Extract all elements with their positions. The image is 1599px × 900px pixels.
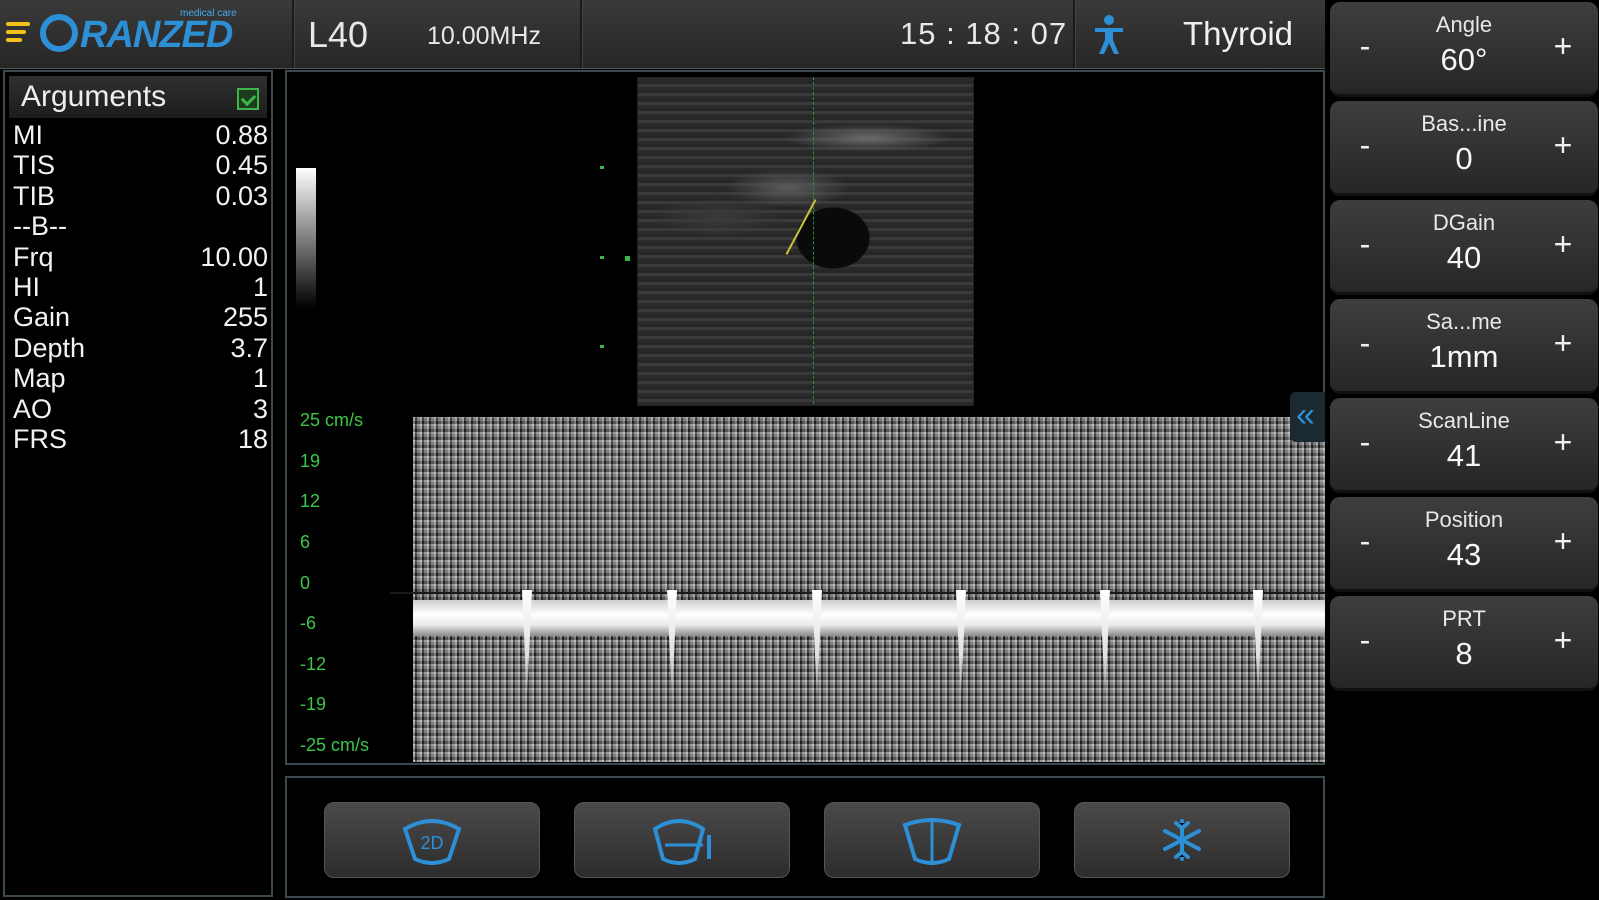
clock: 15 : 18 : 07 <box>900 16 1068 51</box>
argument-value: 255 <box>222 302 268 333</box>
argument-label: TIS <box>13 150 56 181</box>
divider <box>292 0 295 68</box>
arguments-header[interactable]: Arguments <box>9 76 267 118</box>
menu-icon[interactable] <box>6 22 34 46</box>
patient-icon[interactable] <box>1092 14 1126 56</box>
argument-label: Map <box>13 363 66 394</box>
arguments-panel: Arguments MI 0.88 TIS 0.45 TIB 0.03 --B-- Frq 10… <box>3 70 273 897</box>
velocity-tick-label: 0 <box>300 572 311 593</box>
increment-button[interactable]: + <box>1548 523 1578 560</box>
argument-value: 1 <box>252 272 268 303</box>
increment-button[interactable]: + <box>1548 127 1578 164</box>
argument-row: Frq 10.00 <box>13 242 268 272</box>
exam-preset[interactable]: Thyroid <box>1183 15 1293 53</box>
divider <box>580 0 583 68</box>
argument-value: 1 <box>252 363 268 394</box>
argument-value: 3.7 <box>230 332 268 363</box>
argument-value: 0.88 <box>215 120 268 150</box>
svg-text:2D: 2D <box>420 833 443 853</box>
argument-value: 10.00 <box>200 241 268 272</box>
brand-logo: RANZED medical care <box>40 8 250 60</box>
b-mode-image[interactable] <box>637 77 974 406</box>
argument-row: AO 3 <box>13 394 268 424</box>
increment-button[interactable]: + <box>1548 28 1578 65</box>
velocity-tick-label: 12 <box>300 491 321 512</box>
velocity-scale: 25 cm/s 19 12 6 0 -6 -12 -19 -25 cm/s <box>300 410 410 763</box>
argument-value: 3 <box>252 393 268 424</box>
velocity-tick-label: -12 <box>300 653 327 674</box>
2d-mode-icon: 2D <box>402 819 462 865</box>
probe-name[interactable]: L40 <box>308 14 368 56</box>
velocity-tick-label: 25 cm/s <box>300 410 364 430</box>
arguments-title: Arguments <box>21 80 167 113</box>
velocity-tick-label: -25 cm/s <box>300 735 370 755</box>
velocity-tick-label: 19 <box>300 450 321 471</box>
control-scanline: - ScanLine 41 + <box>1330 398 1598 493</box>
spectrum-baseline-signal <box>413 600 1325 636</box>
argument-row: HI 1 <box>13 272 268 302</box>
argument-label: FRS <box>13 424 67 455</box>
logo-text: RANZED <box>80 14 233 56</box>
control-bas-ine: - Bas...ine 0 + <box>1330 101 1598 196</box>
argument-label: Depth <box>13 332 86 363</box>
grayscale-bar <box>296 168 316 308</box>
mode-pw-button[interactable] <box>574 802 790 878</box>
argument-row: --B-- <box>13 211 268 241</box>
control-dgain: - DGain 40 + <box>1330 200 1598 295</box>
control-sa-me: - Sa...me 1mm + <box>1330 299 1598 394</box>
pw-mode-icon <box>652 819 711 865</box>
doppler-spectrum[interactable] <box>413 417 1325 762</box>
probe-frequency: 10.00MHz <box>427 22 541 50</box>
control-prt: - PRT 8 + <box>1330 596 1598 691</box>
mode-linear-button[interactable] <box>824 802 1040 878</box>
logo-subtitle: medical care <box>180 8 237 19</box>
argument-value: 0.03 <box>215 180 268 211</box>
collapse-panel-icon[interactable] <box>1290 392 1325 442</box>
argument-row: Gain 255 <box>13 302 268 332</box>
divider <box>1073 0 1076 68</box>
argument-value: 0.45 <box>215 150 268 181</box>
increment-button[interactable]: + <box>1548 424 1578 461</box>
argument-label: Frq <box>13 241 54 272</box>
argument-label: HI <box>13 272 40 303</box>
freeze-button[interactable] <box>1074 802 1290 878</box>
argument-row: Depth 3.7 <box>13 333 268 363</box>
argument-row: FRS 18 <box>13 424 268 454</box>
velocity-tick-label: 6 <box>300 531 311 552</box>
checkbox-icon[interactable] <box>237 88 259 110</box>
increment-button[interactable]: + <box>1548 325 1578 362</box>
argument-row: TIS 0.45 <box>13 150 268 180</box>
freeze-icon <box>1163 819 1201 861</box>
argument-label: TIB <box>13 180 56 211</box>
argument-list: MI 0.88 TIS 0.45 TIB 0.03 --B-- Frq 10.00 HI 1 Gain… <box>13 120 268 454</box>
control-angle: - Angle 60° + <box>1330 2 1598 97</box>
mode-2d-button[interactable]: 2D <box>324 802 540 878</box>
velocity-tick-label: -19 <box>300 694 327 715</box>
increment-button[interactable]: + <box>1548 622 1578 659</box>
argument-label: Gain <box>13 302 71 333</box>
velocity-tick-label: -6 <box>300 613 317 634</box>
control-position: - Position 43 + <box>1330 497 1598 592</box>
argument-label: MI <box>13 120 43 150</box>
argument-row: TIB 0.03 <box>13 181 268 211</box>
argument-label: AO <box>13 393 53 424</box>
argument-row: Map 1 <box>13 363 268 393</box>
increment-button[interactable]: + <box>1548 226 1578 263</box>
argument-value: 18 <box>237 424 268 455</box>
doppler-scan-line[interactable] <box>813 77 815 404</box>
argument-row: MI 0.88 <box>13 120 268 150</box>
argument-label: --B-- <box>13 211 67 242</box>
linear-mode-icon <box>902 818 962 865</box>
